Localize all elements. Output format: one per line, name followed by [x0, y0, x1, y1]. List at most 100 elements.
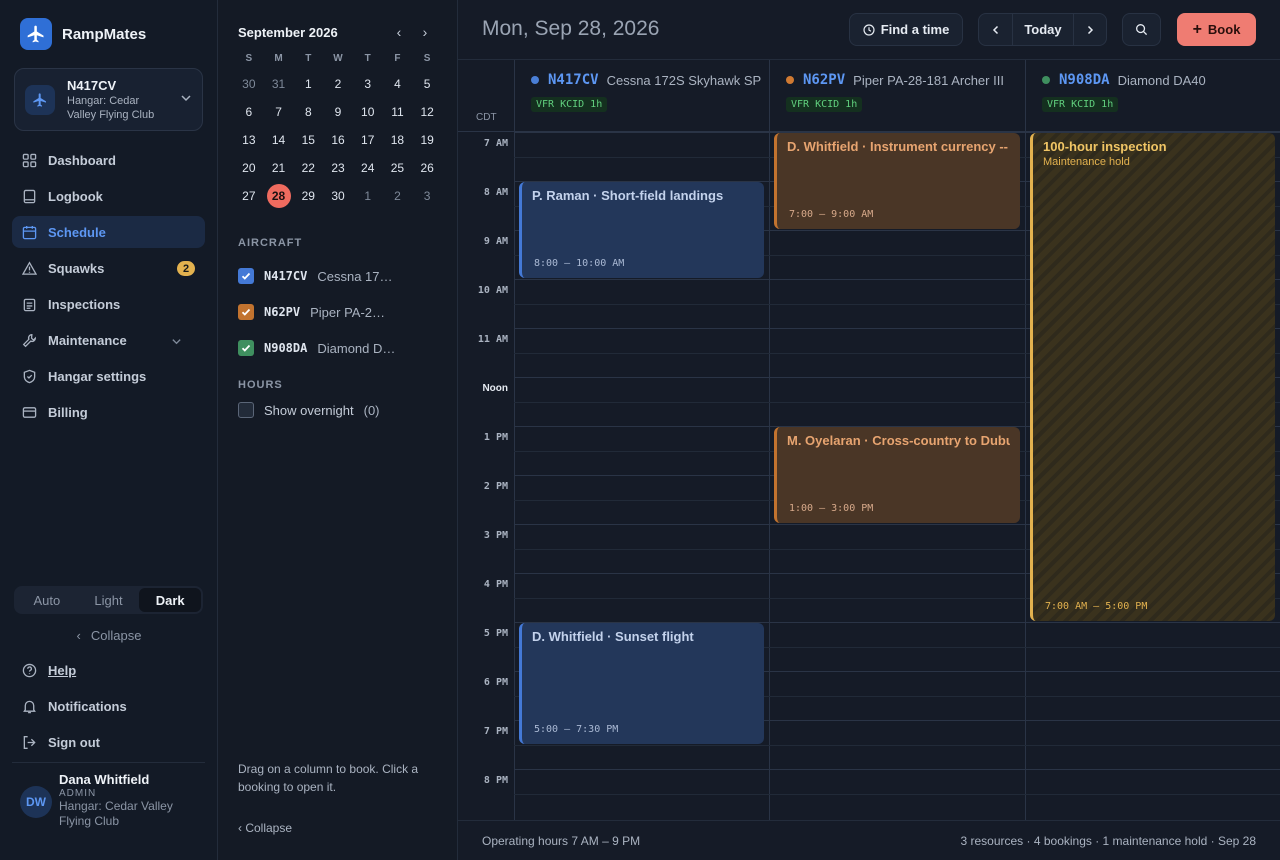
next-month-button[interactable]: › — [412, 24, 438, 40]
calendar-day[interactable]: 4 — [383, 70, 413, 98]
theme-light[interactable]: Light — [78, 588, 140, 612]
half-hour-line — [514, 794, 1280, 795]
day-grid[interactable]: 7 AM 8 AM 9 AM 10 AM 11 AM Noon 1 PM 2 PM 3 PM 4 … — [458, 132, 1280, 820]
aircraft-checkbox[interactable] — [238, 340, 254, 356]
brand[interactable]: RampMates — [20, 18, 146, 50]
calendar-day-selected[interactable]: 28 — [264, 182, 294, 210]
aircraft-tail: N417CV — [264, 269, 308, 283]
calendar-day[interactable]: 11 — [383, 98, 413, 126]
booking-block[interactable]: D. Whitfield · Instrument currency -- ap… — [774, 133, 1020, 229]
sidebar-collapse-button[interactable]: ‹ Collapse — [0, 628, 218, 643]
calendar-day-number: 20 — [242, 161, 256, 175]
nav-sign-out[interactable]: Sign out — [12, 726, 205, 758]
panel-collapse-button[interactable]: ‹ Collapse — [238, 821, 292, 835]
overnight-label: Show overnight — [264, 402, 354, 418]
nav-help[interactable]: Help — [12, 654, 205, 686]
calendar-day[interactable]: 9 — [323, 98, 353, 126]
calendar-day[interactable]: 12 — [412, 98, 442, 126]
nav-billing[interactable]: Billing — [12, 396, 205, 428]
calendar-day[interactable]: 3 — [353, 70, 383, 98]
calendar-day[interactable]: 6 — [234, 98, 264, 126]
book-button[interactable]: + Book — [1177, 13, 1256, 46]
calendar-day[interactable]: 2 — [383, 182, 413, 210]
booking-block[interactable]: P. Raman · Short-field landings 8:00 – 10… — [519, 182, 764, 278]
calendar-day[interactable]: 17 — [353, 126, 383, 154]
plane-logo-icon — [20, 18, 52, 50]
calendar-day-number: 7 — [275, 105, 282, 119]
aircraft-switcher[interactable]: N417CV Hangar: Cedar Valley Flying Club — [14, 68, 203, 131]
calendar-day[interactable]: 29 — [293, 182, 323, 210]
aircraft-section-label: AIRCRAFT — [238, 237, 303, 249]
calendar-day-number: 17 — [361, 133, 375, 147]
calendar-day[interactable]: 18 — [383, 126, 413, 154]
aircraft-filter-list: N417CV Cessna 172S Skyhawk SP N62PV Piper P… — [238, 258, 443, 366]
calendar-day[interactable]: 30 — [234, 70, 264, 98]
calendar-day[interactable]: 20 — [234, 154, 264, 182]
calendar-day[interactable]: 27 — [234, 182, 264, 210]
aircraft-checkbox[interactable] — [238, 304, 254, 320]
theme-auto[interactable]: Auto — [16, 588, 78, 612]
chevron-left-icon: ‹ — [76, 628, 81, 643]
aircraft-filter-item[interactable]: N417CV Cessna 172S Skyhawk SP — [238, 258, 443, 294]
calendar-day[interactable]: 5 — [412, 70, 442, 98]
calendar-day[interactable]: 23 — [323, 154, 353, 182]
calendar-day[interactable]: 31 — [264, 70, 294, 98]
schedule-toolbar: Mon, Sep 28, 2026 Find a time Today + Bo… — [458, 0, 1280, 60]
find-a-time-button[interactable]: Find a time — [849, 13, 963, 46]
booking-block[interactable]: M. Oyelaran · Cross-country to Dubuque 1:… — [774, 427, 1020, 523]
nav-inspections[interactable]: Inspections — [12, 288, 205, 320]
calendar-day[interactable]: 3 — [412, 182, 442, 210]
calendar-day[interactable]: 10 — [353, 98, 383, 126]
prev-month-button[interactable]: ‹ — [386, 24, 412, 40]
nav-schedule[interactable]: Schedule — [12, 216, 205, 248]
calendar-day[interactable]: 14 — [264, 126, 294, 154]
maintenance-hold[interactable]: 100-hour inspection Maintenance hold 7:00 … — [1030, 133, 1275, 621]
calendar-day[interactable]: 16 — [323, 126, 353, 154]
search-button[interactable] — [1122, 13, 1161, 46]
nav-maintenance[interactable]: Maintenance — [12, 324, 205, 356]
theme-dark[interactable]: Dark — [139, 588, 202, 612]
user-profile[interactable]: DW Dana Whitfield ADMIN Hangar: Cedar Va… — [20, 772, 189, 829]
calendar-day[interactable]: 2 — [323, 70, 353, 98]
today-button[interactable]: Today — [1013, 14, 1074, 45]
nav-dashboard[interactable]: Dashboard — [12, 144, 205, 176]
resource-column-header[interactable]: N417CV Cessna 172S Skyhawk SP VFR KCID 1h — [514, 60, 769, 132]
resource-column-header[interactable]: N62PV Piper PA-28-181 Archer III VFR KCID … — [769, 60, 1025, 132]
aircraft-checkbox[interactable] — [238, 268, 254, 284]
calendar-day[interactable]: 25 — [383, 154, 413, 182]
hour-line — [514, 769, 1280, 770]
mini-calendar: S M T W T F S 30 31 1 2 3 4 5 6 7 8 9 10 11 12 13 14 15 16 17 18 19… — [234, 48, 442, 210]
nav-hangar-settings[interactable]: Hangar settings — [12, 360, 205, 392]
calendar-day[interactable]: 13 — [234, 126, 264, 154]
prev-day-button[interactable] — [979, 14, 1013, 45]
calendar-day[interactable]: 22 — [293, 154, 323, 182]
hour-label: 10 AM — [477, 285, 508, 296]
nav-squawks[interactable]: Squawks 2 — [12, 252, 205, 284]
show-overnight-toggle[interactable]: Show overnight (0) — [238, 402, 380, 418]
calendar-day[interactable]: 8 — [293, 98, 323, 126]
calendar-day[interactable]: 26 — [412, 154, 442, 182]
aircraft-filter-item[interactable]: N908DA Diamond DA40 — [238, 330, 443, 366]
mini-calendar-header: September 2026 ‹ › — [238, 24, 438, 40]
calendar-day-number: 3 — [423, 189, 431, 203]
overnight-checkbox[interactable] — [238, 402, 254, 418]
weather-badge: VFR KCID 1h — [1042, 97, 1119, 112]
nav-logbook[interactable]: Logbook — [12, 180, 205, 212]
calendar-day[interactable]: 15 — [293, 126, 323, 154]
calendar-day[interactable]: 21 — [264, 154, 294, 182]
aircraft-filter-item[interactable]: N62PV Piper PA-28-181 Archer III — [238, 294, 443, 330]
clock-icon — [863, 23, 875, 36]
booking-time: 8:00 – 10:00 AM — [534, 258, 625, 269]
chevron-right-icon — [1087, 25, 1094, 34]
calendar-day[interactable]: 1 — [353, 182, 383, 210]
calendar-day[interactable]: 30 — [323, 182, 353, 210]
booking-block[interactable]: D. Whitfield · Sunset flight 5:00 – 7:30 … — [519, 623, 764, 744]
next-day-button[interactable] — [1074, 14, 1106, 45]
nav-notifications[interactable]: Notifications — [12, 690, 205, 722]
calendar-day[interactable]: 24 — [353, 154, 383, 182]
calendar-day[interactable]: 19 — [412, 126, 442, 154]
calendar-day[interactable]: 1 — [293, 70, 323, 98]
hour-label: 5 PM — [483, 628, 508, 639]
calendar-day[interactable]: 7 — [264, 98, 294, 126]
resource-column-header[interactable]: N908DA Diamond DA40 VFR KCID 1h — [1025, 60, 1280, 132]
